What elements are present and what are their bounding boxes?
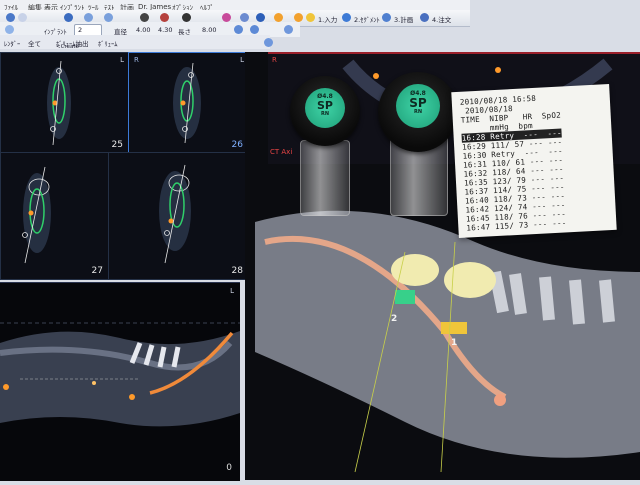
zoom-icon[interactable]	[222, 13, 231, 22]
disk-icon[interactable]	[64, 13, 73, 22]
length-value[interactable]: 4.30	[158, 26, 172, 34]
length2-value[interactable]: 8.00	[202, 26, 216, 34]
viewport-orientation: L	[120, 56, 124, 64]
vitals-printout: 2010/08/18 16:58 2010/08/18 TIME NIBP HR…	[451, 83, 617, 239]
implant-tool-icon[interactable]	[5, 25, 14, 34]
window-icon[interactable]	[256, 13, 265, 22]
vial-cap-left: Ø4.8 SP RN	[290, 76, 360, 146]
vial-code: SP	[409, 96, 427, 110]
slice-number: 27	[91, 266, 103, 276]
vial-code: SP	[317, 99, 333, 112]
slice-number: 28	[231, 266, 243, 276]
axial-slice-image	[47, 60, 71, 146]
cart-icon[interactable]	[420, 13, 429, 22]
step1-button[interactable]: 1.入力	[318, 14, 337, 24]
implant-vial-left	[300, 140, 350, 216]
undo-icon[interactable]	[84, 13, 93, 22]
delete-icon[interactable]	[160, 13, 169, 22]
panoramic-view[interactable]: L 0	[0, 282, 240, 481]
step4-button[interactable]: 4.注文	[432, 14, 451, 24]
tilt-icon[interactable]	[250, 25, 259, 34]
implant-marker-2[interactable]: 2	[391, 314, 397, 324]
save-icon[interactable]	[18, 13, 27, 22]
measure-icon[interactable]	[274, 13, 283, 22]
vial-cap-right: Ø4.8 SP RN	[378, 72, 458, 152]
ct-orientation: R	[272, 56, 277, 64]
pano-orientation: L	[230, 287, 234, 295]
axial-slice-image	[173, 62, 201, 144]
implant-marker-1[interactable]: 1	[451, 338, 457, 348]
create-button[interactable]: <Create	[56, 44, 79, 50]
vial-sub: RN	[413, 109, 423, 115]
panoramic-image	[0, 322, 240, 427]
angle-icon[interactable]	[294, 13, 303, 22]
move-icon[interactable]	[182, 13, 191, 22]
rotate-icon[interactable]	[234, 25, 243, 34]
viewport-orientation-left: R	[134, 56, 139, 64]
redo-icon[interactable]	[104, 13, 113, 22]
tool-icon[interactable]	[140, 13, 149, 22]
viewport-25[interactable]: L 25	[0, 52, 130, 154]
view3d-icon[interactable]	[284, 25, 293, 34]
render-label[interactable]: ﾚﾝﾀﾞｰ	[4, 38, 20, 48]
vial-label-right: Ø4.8 SP RN	[396, 84, 440, 128]
viewport-27[interactable]: 27	[0, 152, 110, 280]
layout-icon[interactable]	[264, 38, 273, 47]
pano-slice-number: 0	[226, 463, 232, 473]
step3-icon[interactable]	[382, 13, 391, 22]
viewport-orientation: L	[240, 56, 244, 64]
all-button[interactable]: 全て	[28, 38, 41, 48]
edit-label: ﾎﾞﾘｭｰﾑ	[98, 40, 118, 48]
vial-sub: RN	[320, 111, 330, 117]
implant-value: 2	[78, 26, 83, 34]
step1-icon[interactable]	[306, 13, 315, 22]
viewport-26[interactable]: R L 26	[128, 52, 250, 154]
slice-number: 25	[111, 140, 123, 150]
volume-toolbar: ﾚﾝﾀﾞｰ 全て ﾎﾞﾘｭｰﾑ抽出 ﾎﾞﾘｭｰﾑ <Create	[0, 35, 273, 50]
step2-button[interactable]: 2.ｾｸﾞﾒﾝﾄ	[354, 14, 380, 24]
open-icon[interactable]	[6, 13, 15, 22]
step3-button[interactable]: 3.計画	[394, 14, 413, 24]
pan-icon[interactable]	[240, 13, 249, 22]
ct-axial-label: CT Axi	[270, 148, 293, 156]
axial-slice-image	[159, 164, 191, 264]
slice-number: 26	[231, 140, 243, 150]
viewport-28[interactable]: 28	[108, 152, 250, 280]
axial-slice-image	[22, 166, 51, 264]
diameter-value[interactable]: 4.00	[136, 26, 150, 34]
step2-icon[interactable]	[342, 13, 351, 22]
vial-label-left: Ø4.8 SP RN	[305, 88, 345, 128]
